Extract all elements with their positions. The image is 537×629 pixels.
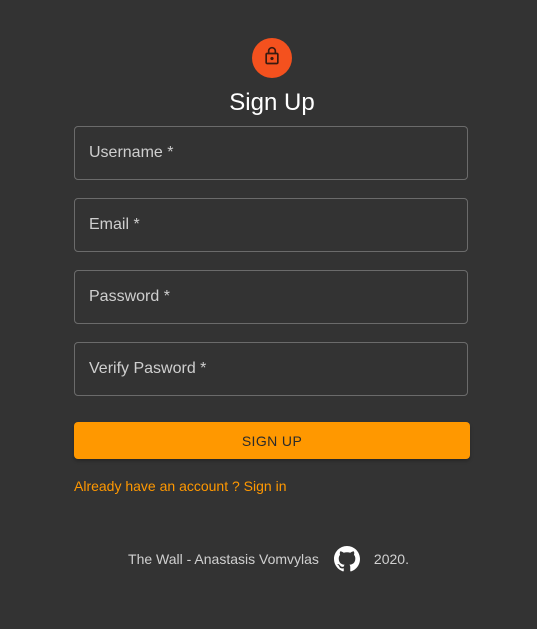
verify-password-field[interactable] <box>74 342 468 396</box>
footer-credit: The Wall - Anastasis Vomvylas <box>128 551 319 567</box>
username-input[interactable] <box>75 127 467 179</box>
verify-password-input[interactable] <box>75 343 467 395</box>
sign-in-link[interactable]: Already have an account ? Sign in <box>74 477 286 495</box>
github-icon[interactable] <box>333 546 360 572</box>
username-field[interactable] <box>74 126 468 180</box>
email-input[interactable] <box>75 199 467 251</box>
footer: The Wall - Anastasis Vomvylas 2020. <box>0 546 537 572</box>
sign-up-button[interactable]: SIGN UP <box>74 422 470 459</box>
lock-avatar <box>252 38 292 78</box>
email-field[interactable] <box>74 198 468 252</box>
footer-year: 2020. <box>373 551 409 567</box>
password-field[interactable] <box>74 270 468 324</box>
page-title: Sign Up <box>229 89 315 116</box>
lock-icon <box>262 46 282 71</box>
password-input[interactable] <box>75 271 467 323</box>
